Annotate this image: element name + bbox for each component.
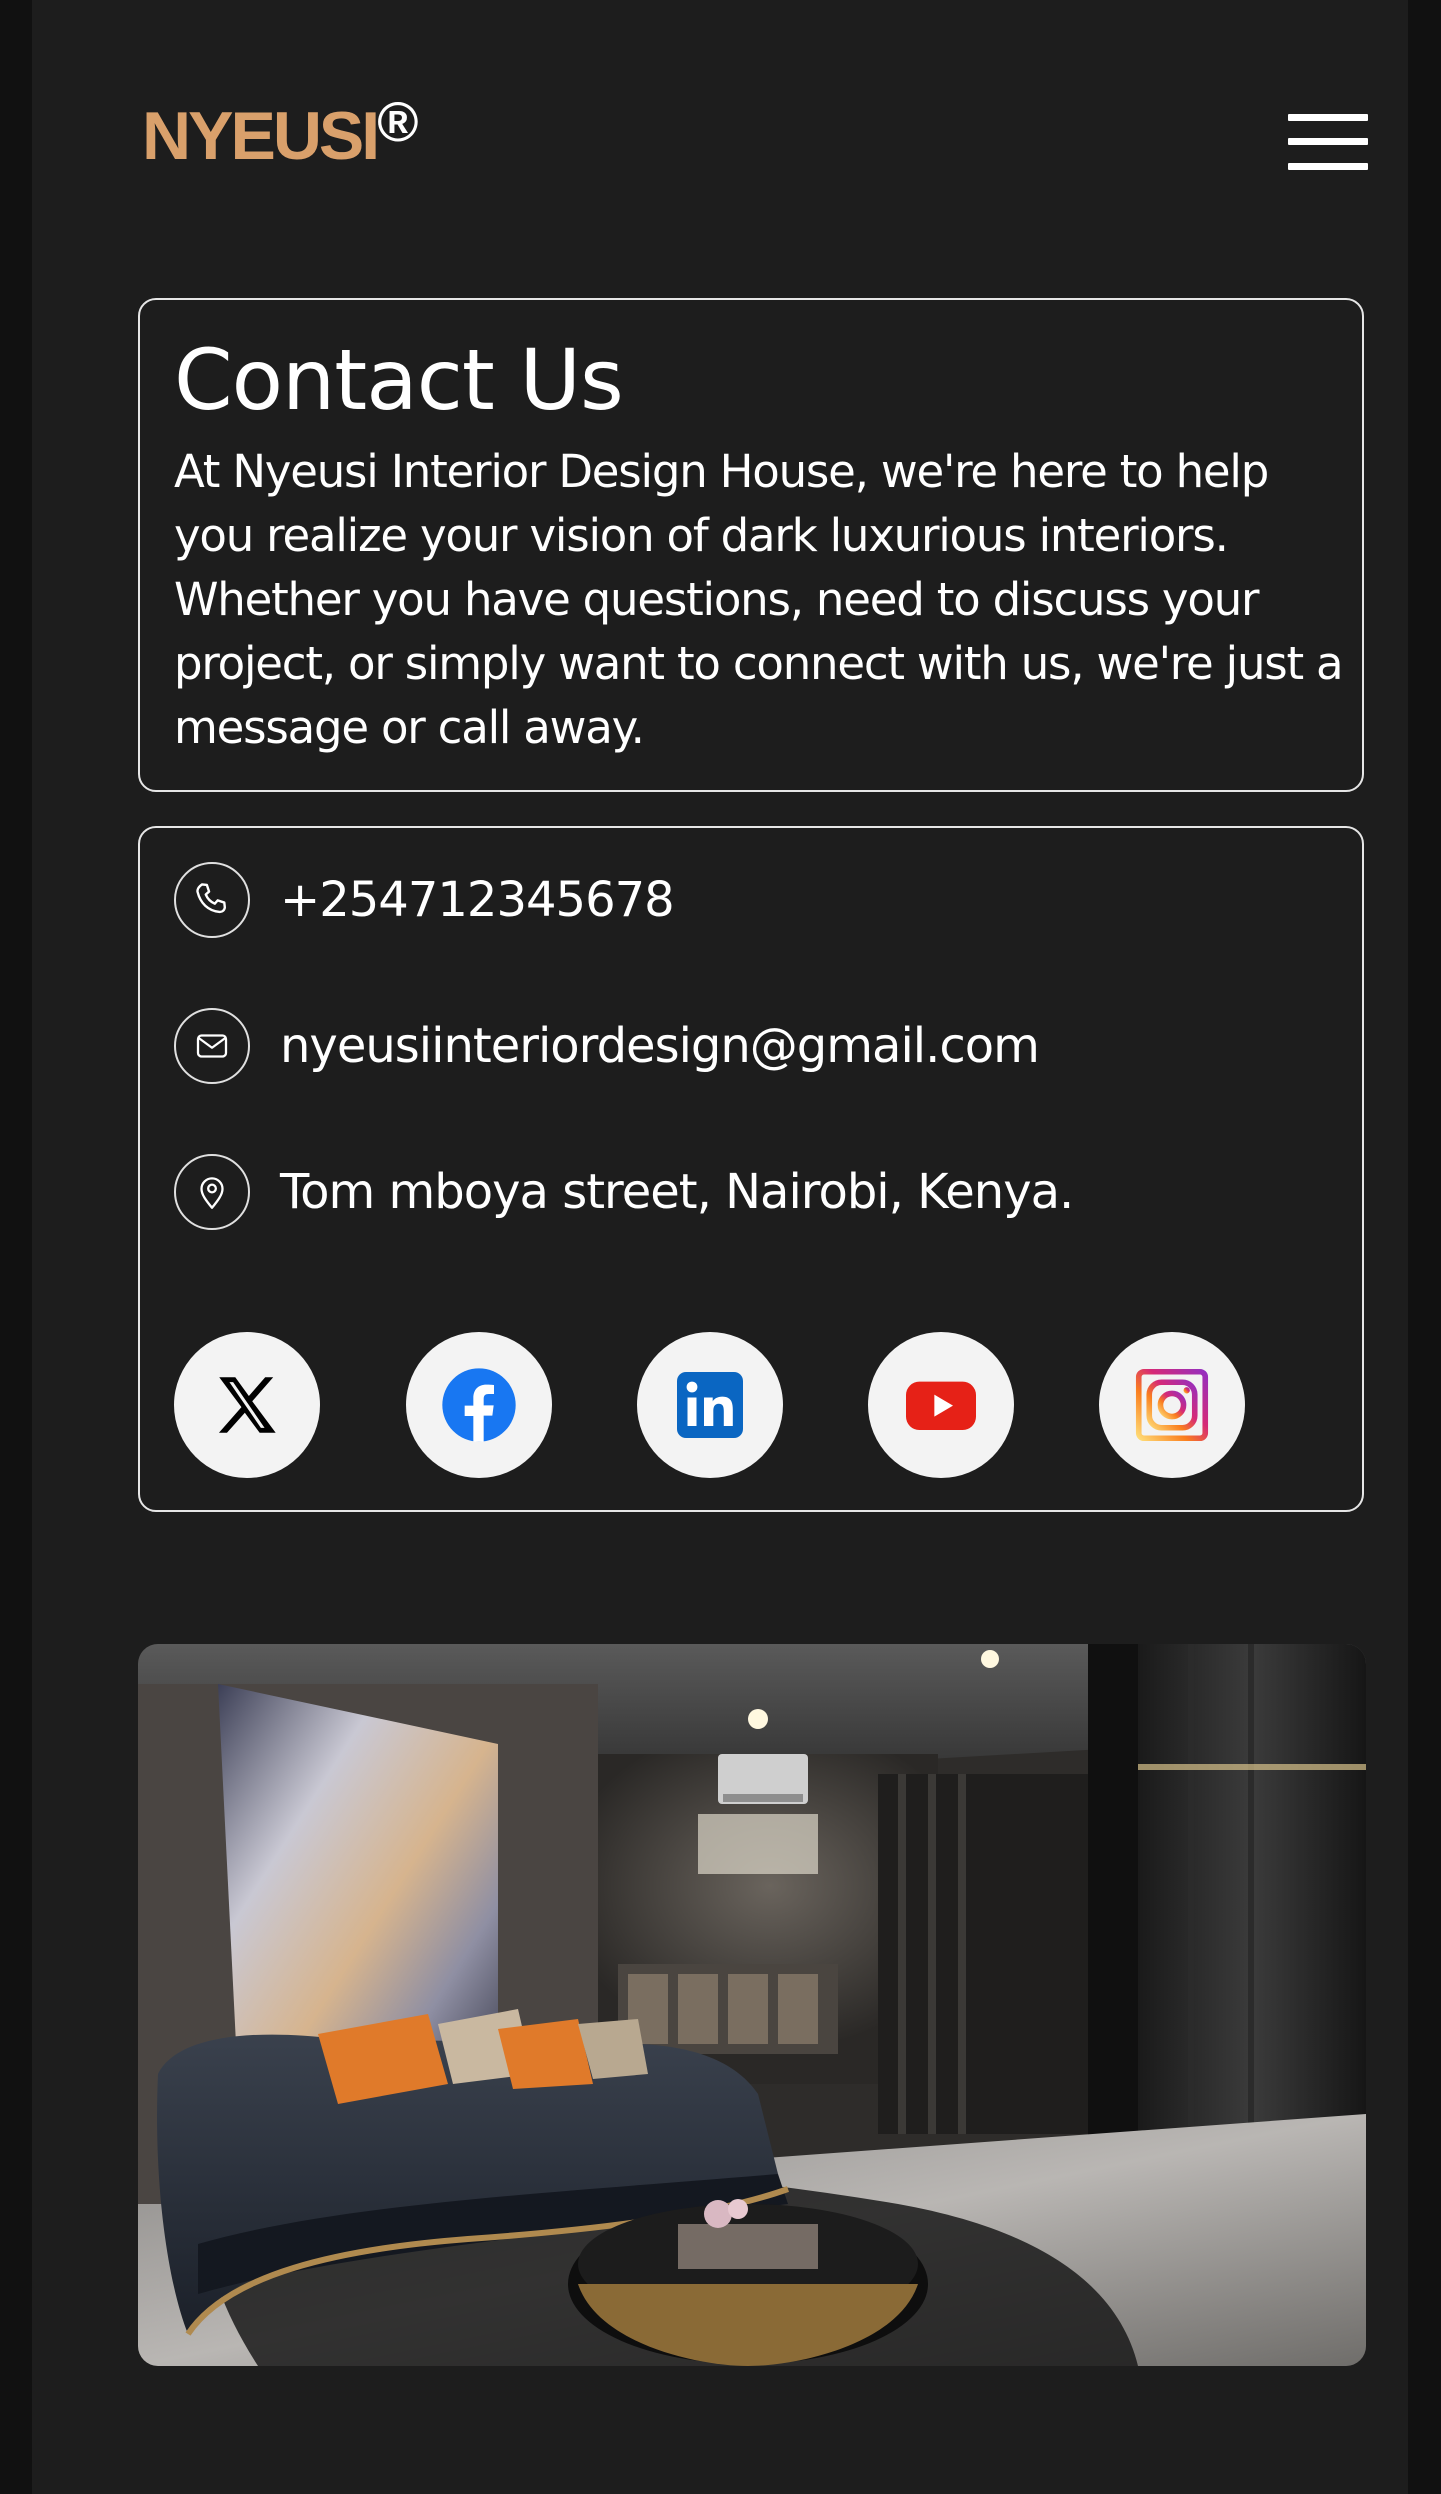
street-address: Tom mboya street, Nairobi, Kenya.: [280, 1164, 1074, 1220]
contact-intro-card: Contact Us At Nyeusi Interior Design Hou…: [138, 298, 1364, 792]
linkedin-icon[interactable]: [637, 1332, 783, 1478]
intro-text: At Nyeusi Interior Design House, we're h…: [174, 445, 1344, 754]
hamburger-menu-icon[interactable]: [1288, 114, 1368, 170]
interior-photo: [138, 1644, 1366, 2366]
email-row[interactable]: nyeusiinteriordesign@gmail.com: [174, 1008, 1324, 1088]
address-row[interactable]: Tom mboya street, Nairobi, Kenya.: [174, 1154, 1324, 1234]
phone-row[interactable]: +254712345678: [174, 862, 1324, 942]
registered-mark: ®: [377, 90, 419, 153]
social-links: [174, 1332, 1324, 1478]
youtube-icon[interactable]: [868, 1332, 1014, 1478]
contact-details-card: +254712345678 nyeusiinteriordesign@gmail…: [138, 826, 1364, 1512]
email-address: nyeusiinteriordesign@gmail.com: [280, 1018, 1040, 1074]
phone-number: +254712345678: [280, 872, 675, 928]
x-icon[interactable]: [174, 1332, 320, 1478]
page: NYEUSI® Contact Us At Nyeusi Interior De…: [32, 0, 1408, 2494]
location-pin-icon: [174, 1154, 250, 1230]
logo-text: NYEUSI: [142, 98, 380, 174]
page-title: Contact Us: [174, 331, 624, 429]
facebook-icon[interactable]: [406, 1332, 552, 1478]
logo[interactable]: NYEUSI®: [142, 94, 418, 171]
phone-icon: [174, 862, 250, 938]
instagram-icon[interactable]: [1099, 1332, 1245, 1478]
site-header: NYEUSI®: [138, 94, 1368, 186]
mail-icon: [174, 1008, 250, 1084]
